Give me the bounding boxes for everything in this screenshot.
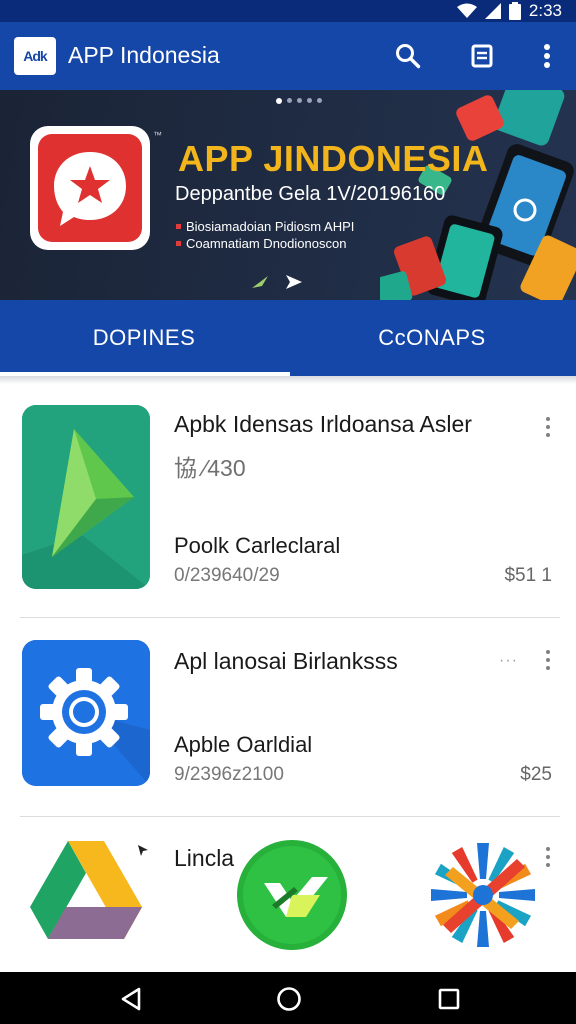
carousel-dot[interactable] — [317, 98, 322, 103]
promo-banner[interactable]: ™ APP JINDONESIA Deppantbe Gela 1V/20196… — [0, 90, 576, 300]
app-date: 9/2396z2100 — [174, 764, 284, 785]
tab-bar: DOPINES CcONAPS — [0, 300, 576, 376]
banner-bullet: Biosiamadoian Pidiosm AHPI — [176, 218, 354, 235]
colorful-star-app-icon[interactable] — [428, 839, 538, 951]
screen: 2:33 Adk APP Indonesia ™ APP JINDONESIA … — [0, 0, 576, 1024]
app-developer: Apble Oarldial — [174, 732, 313, 757]
bullet-marker — [176, 224, 181, 229]
green-circle-app-icon[interactable] — [236, 839, 348, 951]
overflow-menu-button[interactable] — [530, 39, 564, 73]
app-rating: 協 ⁄430 — [174, 455, 246, 481]
list-item[interactable]: Apbk Idensas Irldoansa Asler 協 ⁄430 Pool… — [0, 385, 576, 617]
play-triangle-icon — [286, 275, 302, 289]
status-bar: 2:33 — [0, 0, 576, 22]
banner-bullet: Coamnatiam Dnodionoscon — [176, 235, 354, 252]
app-icon-1[interactable] — [22, 405, 150, 589]
cursor-icon — [138, 845, 148, 856]
list-item[interactable]: Lincla — [0, 817, 576, 972]
leaf-decoration — [252, 276, 268, 288]
document-button[interactable] — [465, 39, 499, 73]
more-vert-icon[interactable] — [540, 415, 556, 439]
app-title: APP Indonesia — [68, 42, 220, 68]
banner-bullets: Biosiamadoian Pidiosm AHPI Coamnatiam Dn… — [176, 218, 354, 252]
tab-dopines[interactable]: DOPINES — [0, 300, 288, 376]
bullet-marker — [176, 241, 181, 246]
banner-bullet-text: Coamnatiam Dnodionoscon — [186, 236, 347, 251]
list-item[interactable]: Apl lanosai Birlanksss ··· Apble Oarldia… — [0, 618, 576, 816]
carousel-dot[interactable] — [276, 98, 282, 104]
star-chat-icon — [54, 152, 126, 226]
signal-icon — [484, 3, 501, 19]
wifi-icon — [456, 3, 477, 18]
status-time: 2:33 — [528, 1, 562, 20]
carousel-dots — [276, 98, 322, 104]
recents-button[interactable] — [434, 984, 464, 1014]
back-icon — [121, 987, 141, 1011]
battery-icon — [508, 2, 521, 20]
search-icon — [396, 44, 421, 69]
ellipsis-icon: ··· — [499, 652, 518, 669]
carousel-dot[interactable] — [297, 98, 302, 103]
sheet-shadow — [0, 376, 576, 384]
app-name: Apl lanosai Birlanksss — [174, 648, 398, 674]
arrow-app-icon — [22, 405, 150, 589]
back-button[interactable] — [116, 984, 146, 1014]
banner-app-icon — [30, 126, 150, 250]
app-date: 0/239640/29 — [174, 565, 280, 586]
carousel-dot[interactable] — [287, 98, 292, 103]
home-icon — [277, 987, 301, 1011]
app-name: Apbk Idensas Irldoansa Asler — [174, 411, 472, 437]
app-bar: Adk APP Indonesia — [0, 22, 576, 90]
document-icon — [471, 44, 493, 68]
carousel-dot[interactable] — [307, 98, 312, 103]
more-vert-icon[interactable] — [540, 845, 556, 869]
app-developer: Poolk Carleclaral — [174, 533, 341, 558]
search-button[interactable] — [391, 39, 425, 73]
navigation-bar — [0, 972, 576, 1024]
app-logo-text: Adk — [23, 48, 47, 64]
app-icon-2[interactable] — [22, 640, 150, 786]
more-vert-icon — [544, 44, 550, 68]
more-vert-icon[interactable] — [540, 648, 556, 672]
banner-subtitle: Deppantbe Gela 1V/20196160 — [175, 183, 446, 205]
trademark-mark: ™ — [153, 130, 162, 140]
app-logo[interactable]: Adk — [14, 37, 56, 75]
tab-conaps[interactable]: CcONAPS — [288, 300, 576, 376]
app-name: Lincla — [174, 845, 235, 871]
app-price: $51 1 — [504, 565, 552, 586]
recents-icon — [438, 988, 460, 1010]
gear-app-icon — [22, 640, 150, 786]
drive-triangle-icon[interactable] — [30, 839, 142, 949]
home-button[interactable] — [274, 984, 304, 1014]
banner-title: APP JINDONESIA — [178, 138, 489, 179]
banner-bullet-text: Biosiamadoian Pidiosm AHPI — [186, 219, 355, 234]
app-price: $25 — [520, 764, 552, 785]
